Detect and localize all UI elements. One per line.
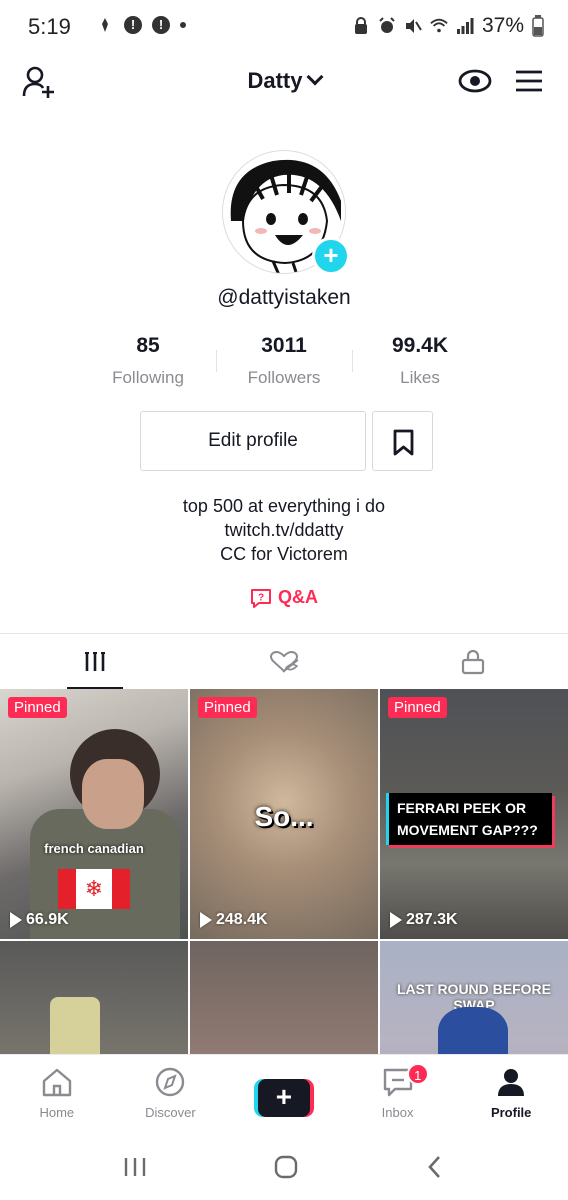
battery-percent: 37%: [481, 14, 524, 37]
video-caption: So...: [254, 801, 314, 832]
qa-button[interactable]: ? Q&A: [0, 587, 568, 609]
lock-icon: [462, 649, 485, 674]
svg-text:?: ?: [258, 593, 264, 604]
play-icon: [200, 912, 212, 928]
following-label: Following: [112, 368, 184, 387]
video-thumbnail[interactable]: [0, 941, 188, 1054]
compass-icon: [156, 1067, 185, 1097]
nav-profile[interactable]: Profile: [454, 1055, 568, 1134]
view-count: 248.4K: [200, 911, 268, 929]
chevron-down-icon: [306, 68, 323, 86]
video-thumbnail[interactable]: Pinned french canadian ❄ 66.9K: [0, 689, 188, 939]
nav-create[interactable]: +: [227, 1055, 341, 1134]
video-thumbnail[interactable]: Pinned So... 248.4K: [190, 689, 378, 939]
nav-home-label: Home: [39, 1105, 75, 1120]
bio-link[interactable]: twitch.tv/ddatty: [0, 518, 568, 542]
grid-icon: [84, 651, 105, 671]
bio-line: CC for Victorem: [220, 544, 348, 564]
view-count-value: 66.9K: [26, 911, 69, 928]
profile-stats: 85 Following 3011 Followers 99.4K Likes: [80, 334, 488, 394]
thumbnail-art: [50, 997, 100, 1054]
plus-icon: +: [257, 1079, 310, 1117]
bio: top 500 at everything i do twitch.tv/dda…: [0, 494, 568, 566]
status-notification-icons: ! !: [96, 16, 186, 34]
menu-icon[interactable]: [514, 68, 544, 94]
view-count-value: 287.3K: [406, 911, 458, 928]
bottom-nav: Home Discover + 1 Inbox Profile: [0, 1054, 568, 1134]
nav-discover[interactable]: Discover: [114, 1055, 228, 1134]
profile-icon: [498, 1069, 525, 1096]
lock-icon: [354, 17, 367, 34]
followers-stat[interactable]: 3011 Followers: [216, 334, 352, 394]
view-count-value: 248.4K: [216, 911, 268, 928]
followers-count: 3011: [261, 334, 307, 357]
likes-label: Likes: [400, 368, 440, 387]
back-icon[interactable]: [424, 1154, 446, 1180]
notification-app-icon: [102, 18, 108, 32]
nav-discover-label: Discover: [145, 1105, 196, 1120]
qa-icon: ?: [251, 589, 271, 609]
nav-inbox[interactable]: 1 Inbox: [341, 1055, 455, 1134]
favorites-button[interactable]: [372, 411, 433, 471]
tab-liked[interactable]: [189, 634, 378, 689]
alarm-icon: [379, 17, 395, 33]
bookmark-icon: [393, 429, 414, 456]
bio-line: top 500 at everything i do: [182, 496, 386, 516]
more-notifications-icon: [180, 22, 186, 28]
inbox-badge: 1: [406, 1063, 429, 1085]
video-caption: french canadian: [44, 841, 144, 856]
pinned-badge: Pinned: [198, 697, 257, 718]
canada-flag-image: ❄: [58, 869, 130, 909]
status-time: 5:19: [28, 14, 71, 39]
play-icon: [390, 912, 402, 928]
nav-home[interactable]: Home: [0, 1055, 114, 1134]
hidden-heart-icon: [269, 650, 299, 673]
recent-apps-icon[interactable]: [122, 1155, 148, 1179]
view-count: 66.9K: [10, 911, 69, 929]
tab-videos[interactable]: [0, 634, 189, 689]
followers-label: Followers: [247, 368, 321, 387]
profile-header: Datty: [0, 56, 568, 108]
nav-inbox-label: Inbox: [381, 1105, 414, 1120]
tab-private[interactable]: [379, 634, 568, 689]
following-count: 85: [136, 334, 160, 357]
system-nav: [0, 1134, 568, 1200]
video-thumbnail[interactable]: LAST ROUND BEFORE SWAP: [380, 941, 568, 1054]
video-caption: FERRARI PEEK OR MOVEMENT GAP???: [386, 793, 552, 845]
likes-count: 99.4K: [391, 334, 449, 357]
thumbnail-art: [438, 1007, 508, 1054]
add-avatar-button[interactable]: +: [312, 237, 350, 275]
mute-icon: [405, 19, 422, 33]
status-system-icons: 37%: [352, 14, 544, 38]
content-tabs: [0, 633, 568, 689]
following-stat[interactable]: 85 Following: [80, 334, 216, 394]
alert-icon: !: [124, 16, 142, 34]
qa-label: Q&A: [278, 587, 318, 607]
view-count: 287.3K: [390, 911, 458, 929]
video-grid: Pinned french canadian ❄ 66.9K Pinned So…: [0, 689, 568, 1054]
home-icon: [42, 1068, 71, 1097]
eye-icon[interactable]: [458, 68, 492, 94]
thumbnail-art: [82, 759, 144, 829]
play-icon: [10, 912, 22, 928]
username: @dattyistaken: [217, 286, 351, 309]
signal-icon: [456, 18, 474, 34]
edit-profile-button[interactable]: Edit profile: [140, 411, 366, 471]
nav-profile-label: Profile: [490, 1105, 532, 1120]
likes-stat[interactable]: 99.4K Likes: [352, 334, 488, 394]
battery-icon: [532, 15, 544, 37]
wifi-icon: [430, 18, 448, 33]
create-button[interactable]: +: [253, 1079, 314, 1117]
video-thumbnail[interactable]: [190, 941, 378, 1054]
alert-icon: !: [152, 16, 170, 34]
pinned-badge: Pinned: [8, 697, 67, 718]
video-thumbnail[interactable]: Pinned FERRARI PEEK OR MOVEMENT GAP??? 2…: [380, 689, 568, 939]
account-name: Datty: [247, 68, 303, 93]
pinned-badge: Pinned: [388, 697, 447, 718]
status-bar: 5:19 ! ! 37%: [0, 0, 568, 54]
home-button-icon[interactable]: [273, 1154, 299, 1180]
